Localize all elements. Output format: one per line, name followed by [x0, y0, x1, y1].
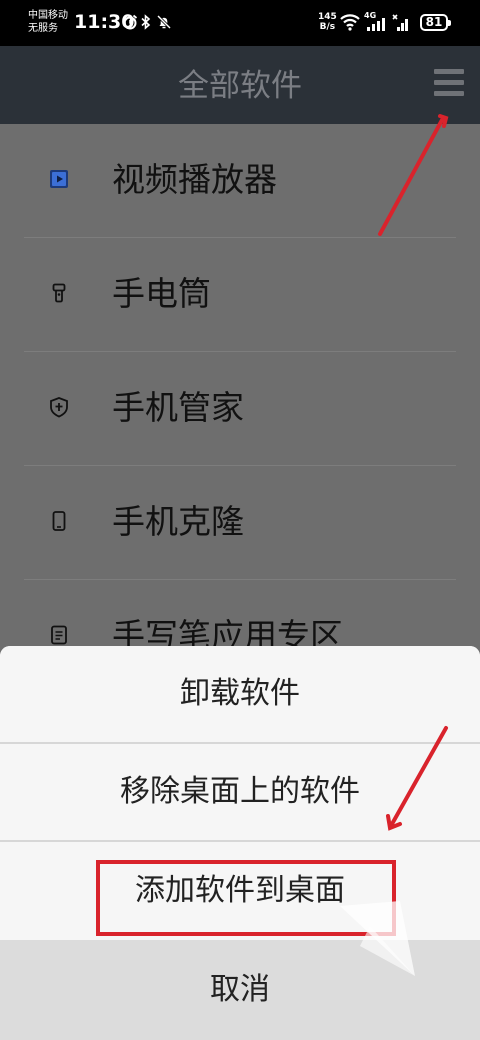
list-item-phone-clone[interactable]: 手机克隆 [24, 466, 456, 580]
shield-icon [50, 397, 68, 418]
app-list: 视频播放器 手电筒 手机管家 手机克隆 手写笔应用专区 [0, 124, 480, 694]
network-speed: 145 B/s [318, 12, 337, 32]
status-bar: 中国移动 无服务 11:30 145 B/s 4G 81 [0, 0, 480, 46]
app-header: 全部软件 [0, 46, 480, 124]
no-service-signal-icon [392, 14, 408, 31]
carrier-name: 中国移动 [28, 10, 68, 21]
remove-from-desktop-button[interactable]: 移除桌面上的软件 [0, 744, 480, 842]
wifi-icon [340, 14, 360, 31]
menu-line [434, 80, 464, 85]
app-label: 视频播放器 [112, 160, 277, 199]
bluetooth-icon [141, 14, 151, 30]
list-item-phone-manager[interactable]: 手机管家 [24, 352, 456, 466]
video-player-icon [50, 170, 68, 188]
menu-line [434, 69, 464, 74]
app-label: 手机管家 [112, 388, 244, 427]
phone-screen: 中国移动 无服务 11:30 145 B/s 4G 81 全部软件 视频播放器 … [0, 0, 480, 1040]
service-status: 无服务 [28, 23, 58, 34]
phone-icon [52, 511, 66, 531]
carrier-info: 中国移动 无服务 [28, 9, 68, 35]
list-item-flashlight[interactable]: 手电筒 [24, 238, 456, 352]
add-to-desktop-button[interactable]: 添加软件到桌面 [0, 842, 480, 940]
hamburger-menu-icon[interactable] [430, 66, 466, 102]
menu-line [434, 91, 464, 96]
signal-strength-icon [367, 18, 385, 31]
note-icon [51, 625, 67, 645]
battery-indicator: 81 [420, 14, 451, 31]
page-title: 全部软件 [178, 68, 302, 104]
network-speed-value: 145 [318, 12, 337, 22]
flashlight-icon [52, 283, 66, 303]
app-label: 手机克隆 [112, 502, 244, 541]
cancel-button[interactable]: 取消 [0, 940, 480, 1040]
action-sheet: 卸载软件 移除桌面上的软件 添加软件到桌面 取消 [0, 646, 480, 1040]
uninstall-button[interactable]: 卸载软件 [0, 646, 480, 744]
alarm-icon [122, 14, 138, 30]
network-speed-unit: B/s [319, 22, 336, 32]
app-label: 手电筒 [112, 274, 211, 313]
list-item-video-player[interactable]: 视频播放器 [24, 124, 456, 238]
silent-bell-icon [156, 14, 172, 30]
